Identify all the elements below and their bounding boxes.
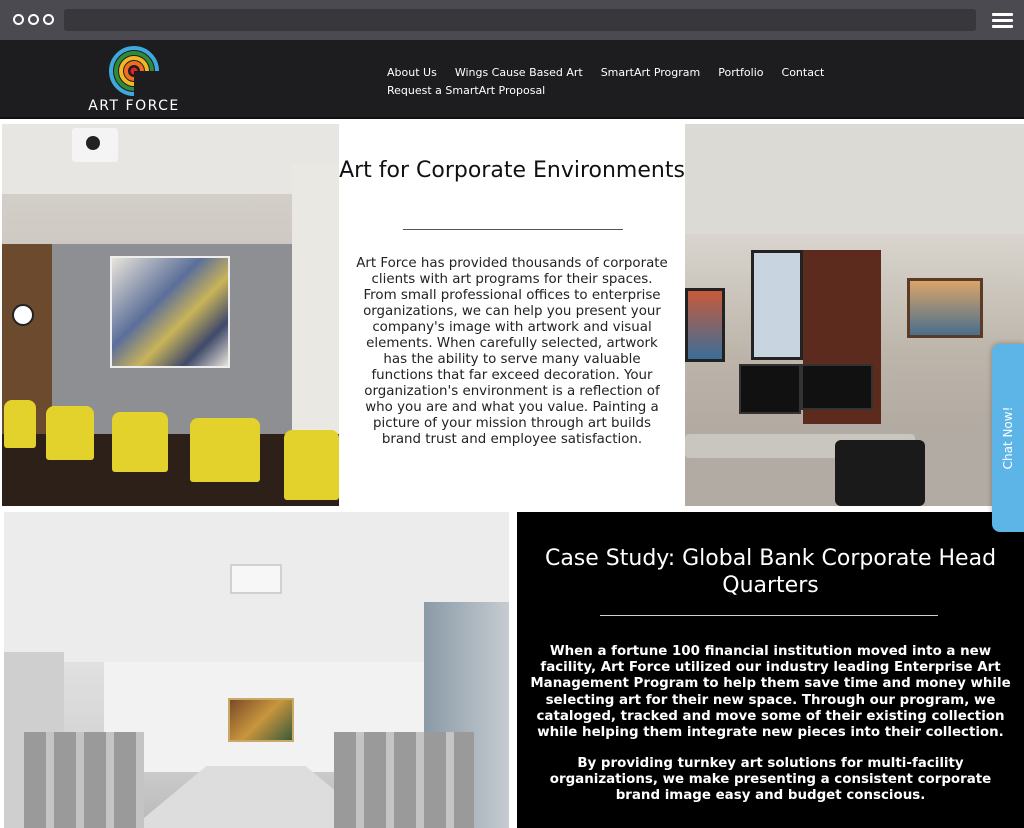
- chat-now-label: Chat Now!: [1001, 406, 1015, 470]
- nav-wings-cause-based-art[interactable]: Wings Cause Based Art: [455, 64, 583, 82]
- nav-contact[interactable]: Contact: [782, 64, 825, 82]
- main-nav: About Us Wings Cause Based Art SmartArt Pr…: [387, 63, 847, 100]
- case-study-paragraph-1: When a fortune 100 financial institution…: [530, 644, 1011, 741]
- boardroom-photo: [4, 512, 509, 828]
- section-body: Art Force has provided thousands of corp…: [356, 256, 668, 447]
- nav-request-proposal[interactable]: Request a SmartArt Proposal: [387, 82, 829, 100]
- conference-room-photo: [2, 124, 339, 506]
- art-force-rainbow-logo: [109, 46, 159, 96]
- address-bar[interactable]: [64, 9, 976, 31]
- section-title: Art for Corporate Environments: [339, 158, 685, 183]
- chat-now-button[interactable]: Chat Now!: [992, 344, 1024, 532]
- nav-about-us[interactable]: About Us: [387, 64, 437, 82]
- nav-portfolio[interactable]: Portfolio: [718, 64, 763, 82]
- divider: [403, 229, 623, 230]
- case-study-section: Case Study: Global Bank Corporate Head Q…: [517, 512, 1024, 828]
- browser-toolbar: [0, 0, 1024, 40]
- logo-text: ART FORCE: [88, 98, 180, 114]
- case-study-title: Case Study: Global Bank Corporate Head Q…: [544, 546, 997, 598]
- case-study-paragraph-2: By providing turnkey art solutions for m…: [549, 756, 992, 804]
- divider: [600, 615, 938, 616]
- corporate-environments-section: Art for Corporate Environments Art Force…: [339, 121, 685, 509]
- office-photo: [685, 124, 1024, 506]
- window-dots-icon: [13, 14, 54, 25]
- hamburger-icon[interactable]: [992, 13, 1013, 28]
- nav-smartart-program[interactable]: SmartArt Program: [601, 64, 701, 82]
- site-header: ART FORCE About Us Wings Cause Based Art S…: [0, 40, 1024, 119]
- logo[interactable]: ART FORCE: [86, 46, 182, 114]
